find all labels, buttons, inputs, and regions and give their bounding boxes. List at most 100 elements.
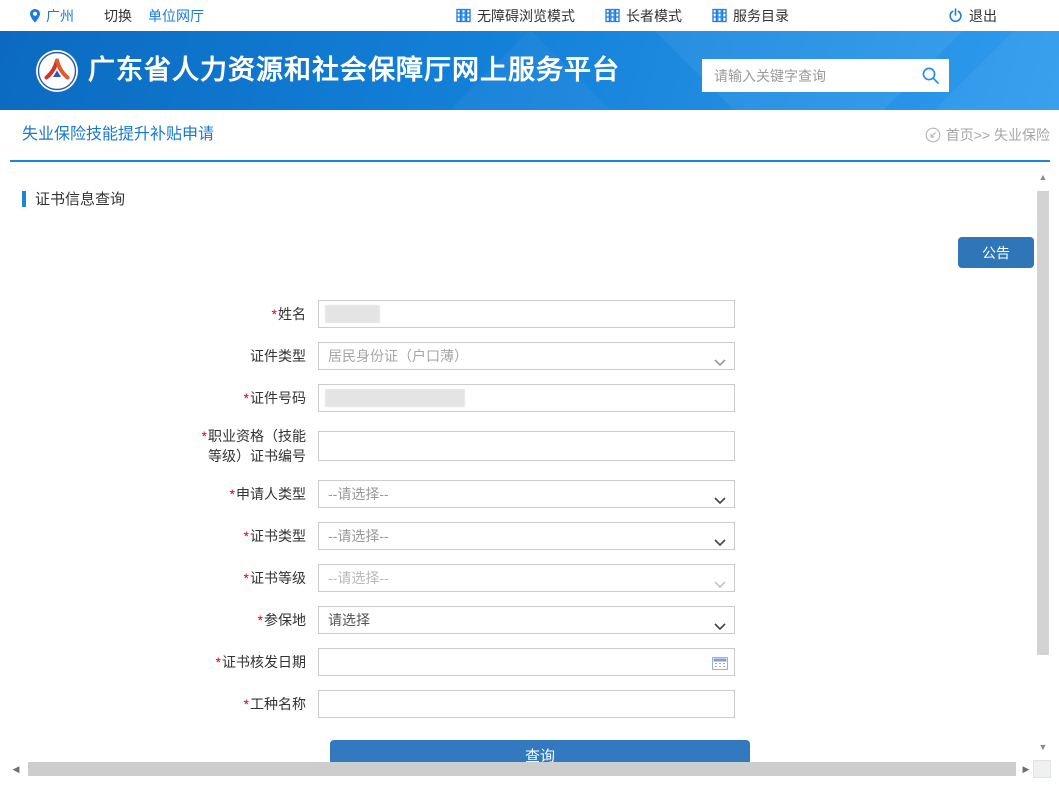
- field-label: *参保地: [188, 606, 318, 634]
- scrollbar-corner: [1033, 760, 1051, 778]
- label-text: 证件类型: [250, 348, 306, 364]
- logout-label: 退出: [969, 6, 997, 26]
- required-mark: *: [230, 486, 235, 502]
- label-text: 职业资格（技能等级）证书编号: [208, 428, 306, 464]
- job-title-input[interactable]: [319, 691, 734, 717]
- insured-place-select[interactable]: 请选择: [318, 606, 735, 634]
- certificate-level-select[interactable]: --请选择--: [318, 564, 735, 592]
- section-header: 证书信息查询: [22, 188, 125, 209]
- field-label: *工种名称: [188, 690, 318, 718]
- form-row-job-title: *工种名称: [188, 690, 752, 718]
- back-circle-icon: [925, 127, 941, 143]
- label-text: 证书类型: [250, 528, 306, 544]
- section-title: 证书信息查询: [35, 188, 125, 209]
- form-row-applicant-type: *申请人类型 --请选择--: [188, 480, 752, 508]
- label-text: 证书核发日期: [222, 654, 306, 670]
- horizontal-scrollbar-thumb[interactable]: [28, 762, 1016, 776]
- form-row-id-type: 证件类型 居民身份证（户口薄）: [188, 342, 752, 370]
- select-value: 请选择: [319, 610, 370, 630]
- service-directory-link[interactable]: 服务目录: [712, 6, 789, 26]
- name-input[interactable]: [318, 300, 735, 328]
- issue-date-input-box: [318, 648, 735, 676]
- chevron-down-icon: [714, 575, 726, 593]
- label-text: 参保地: [264, 612, 306, 628]
- redacted-value: [325, 389, 465, 407]
- scroll-right-arrow[interactable]: ▶: [1019, 762, 1033, 776]
- field-label: *证书等级: [188, 564, 318, 592]
- unit-hall-link[interactable]: 单位网厅: [148, 6, 204, 26]
- form-row-certificate-number: *职业资格（技能等级）证书编号: [188, 426, 752, 466]
- label-text: 申请人类型: [236, 486, 306, 502]
- applicant-type-select[interactable]: --请选择--: [318, 480, 735, 508]
- select-value: --请选择--: [319, 526, 389, 546]
- search-input[interactable]: [702, 59, 949, 92]
- power-icon: [948, 8, 963, 23]
- label-text: 证书等级: [250, 570, 306, 586]
- id-number-input[interactable]: [318, 384, 735, 412]
- chevron-down-icon: [714, 491, 726, 509]
- pin-icon: [28, 8, 42, 24]
- scroll-up-arrow[interactable]: ▲: [1036, 170, 1050, 184]
- label-text: 证件号码: [250, 390, 306, 406]
- label-text: 姓名: [278, 306, 306, 322]
- field-label: *姓名: [188, 300, 318, 328]
- elder-mode-link[interactable]: 长者模式: [605, 6, 682, 26]
- site-title: 广东省人力资源和社会保障厅网上服务平台: [88, 31, 620, 110]
- site-header: 广东省人力资源和社会保障厅网上服务平台: [0, 31, 1059, 110]
- accessibility-mode-label: 无障碍浏览模式: [477, 6, 575, 26]
- id-type-select[interactable]: 居民身份证（户口薄）: [318, 342, 735, 370]
- chevron-down-icon: [714, 617, 726, 635]
- breadcrumb-trail: 首页>> 失业保险: [946, 125, 1050, 145]
- required-mark: *: [244, 390, 249, 406]
- calendar-icon[interactable]: [712, 656, 728, 670]
- breadcrumb[interactable]: 首页>> 失业保险: [925, 110, 1050, 160]
- field-label: *证件号码: [188, 384, 318, 412]
- field-label: *证书核发日期: [188, 648, 318, 676]
- certificate-type-select[interactable]: --请选择--: [318, 522, 735, 550]
- logout-button[interactable]: 退出: [948, 6, 997, 26]
- issue-date-input[interactable]: [319, 649, 734, 675]
- grid-icon: [712, 8, 727, 23]
- required-mark: *: [244, 570, 249, 586]
- redacted-value: [325, 305, 380, 323]
- page-title: 失业保险技能提升补贴申请: [22, 110, 214, 160]
- chevron-down-icon: [714, 533, 726, 551]
- service-directory-label: 服务目录: [733, 6, 789, 26]
- form-row-certificate-level: *证书等级 --请选择--: [188, 564, 752, 592]
- form-row-id-number: *证件号码: [188, 384, 752, 412]
- scroll-down-arrow[interactable]: ▼: [1036, 740, 1050, 754]
- form-row-insured-place: *参保地 请选择: [188, 606, 752, 634]
- required-mark: *: [272, 306, 277, 322]
- accessibility-mode-link[interactable]: 无障碍浏览模式: [456, 6, 575, 26]
- label-text: 工种名称: [250, 696, 306, 712]
- field-label: *职业资格（技能等级）证书编号: [188, 426, 318, 466]
- content-area: 证书信息查询 公告 *姓名 证件类型 居民身份证（户口薄） *证件号码 *职业资…: [0, 162, 1059, 789]
- notice-button[interactable]: 公告: [958, 237, 1034, 268]
- agency-logo: [36, 50, 78, 92]
- required-mark: *: [244, 528, 249, 544]
- top-utility-bar: 广州 切换 单位网厅 无障碍浏览模式 长者模式 服务目录: [0, 0, 1059, 31]
- select-value: --请选择--: [319, 484, 389, 504]
- certificate-number-input-box: [318, 431, 735, 461]
- form-row-issue-date: *证书核发日期: [188, 648, 752, 676]
- vertical-scrollbar-thumb[interactable]: [1037, 191, 1049, 655]
- required-mark: *: [258, 612, 263, 628]
- page: 广州 切换 单位网厅 无障碍浏览模式 长者模式 服务目录: [0, 0, 1059, 789]
- select-value: 居民身份证（户口薄）: [319, 346, 468, 366]
- location-label[interactable]: 广州: [46, 6, 74, 26]
- grid-icon: [456, 8, 471, 23]
- required-mark: *: [202, 428, 207, 444]
- breadcrumb-bar: 失业保险技能提升补贴申请 首页>> 失业保险: [0, 110, 1059, 162]
- switch-link[interactable]: 切换: [104, 6, 132, 26]
- chevron-down-icon: [714, 353, 726, 371]
- form-row-certificate-type: *证书类型 --请选择--: [188, 522, 752, 550]
- scroll-left-arrow[interactable]: ◀: [9, 762, 23, 776]
- certificate-number-input[interactable]: [319, 432, 734, 460]
- field-label: *证书类型: [188, 522, 318, 550]
- job-title-input-box: [318, 690, 735, 718]
- select-value: --请选择--: [319, 568, 389, 588]
- required-mark: *: [216, 654, 221, 670]
- section-accent-bar: [22, 191, 26, 207]
- search-icon[interactable]: [921, 66, 940, 85]
- form-row-name: *姓名: [188, 300, 752, 328]
